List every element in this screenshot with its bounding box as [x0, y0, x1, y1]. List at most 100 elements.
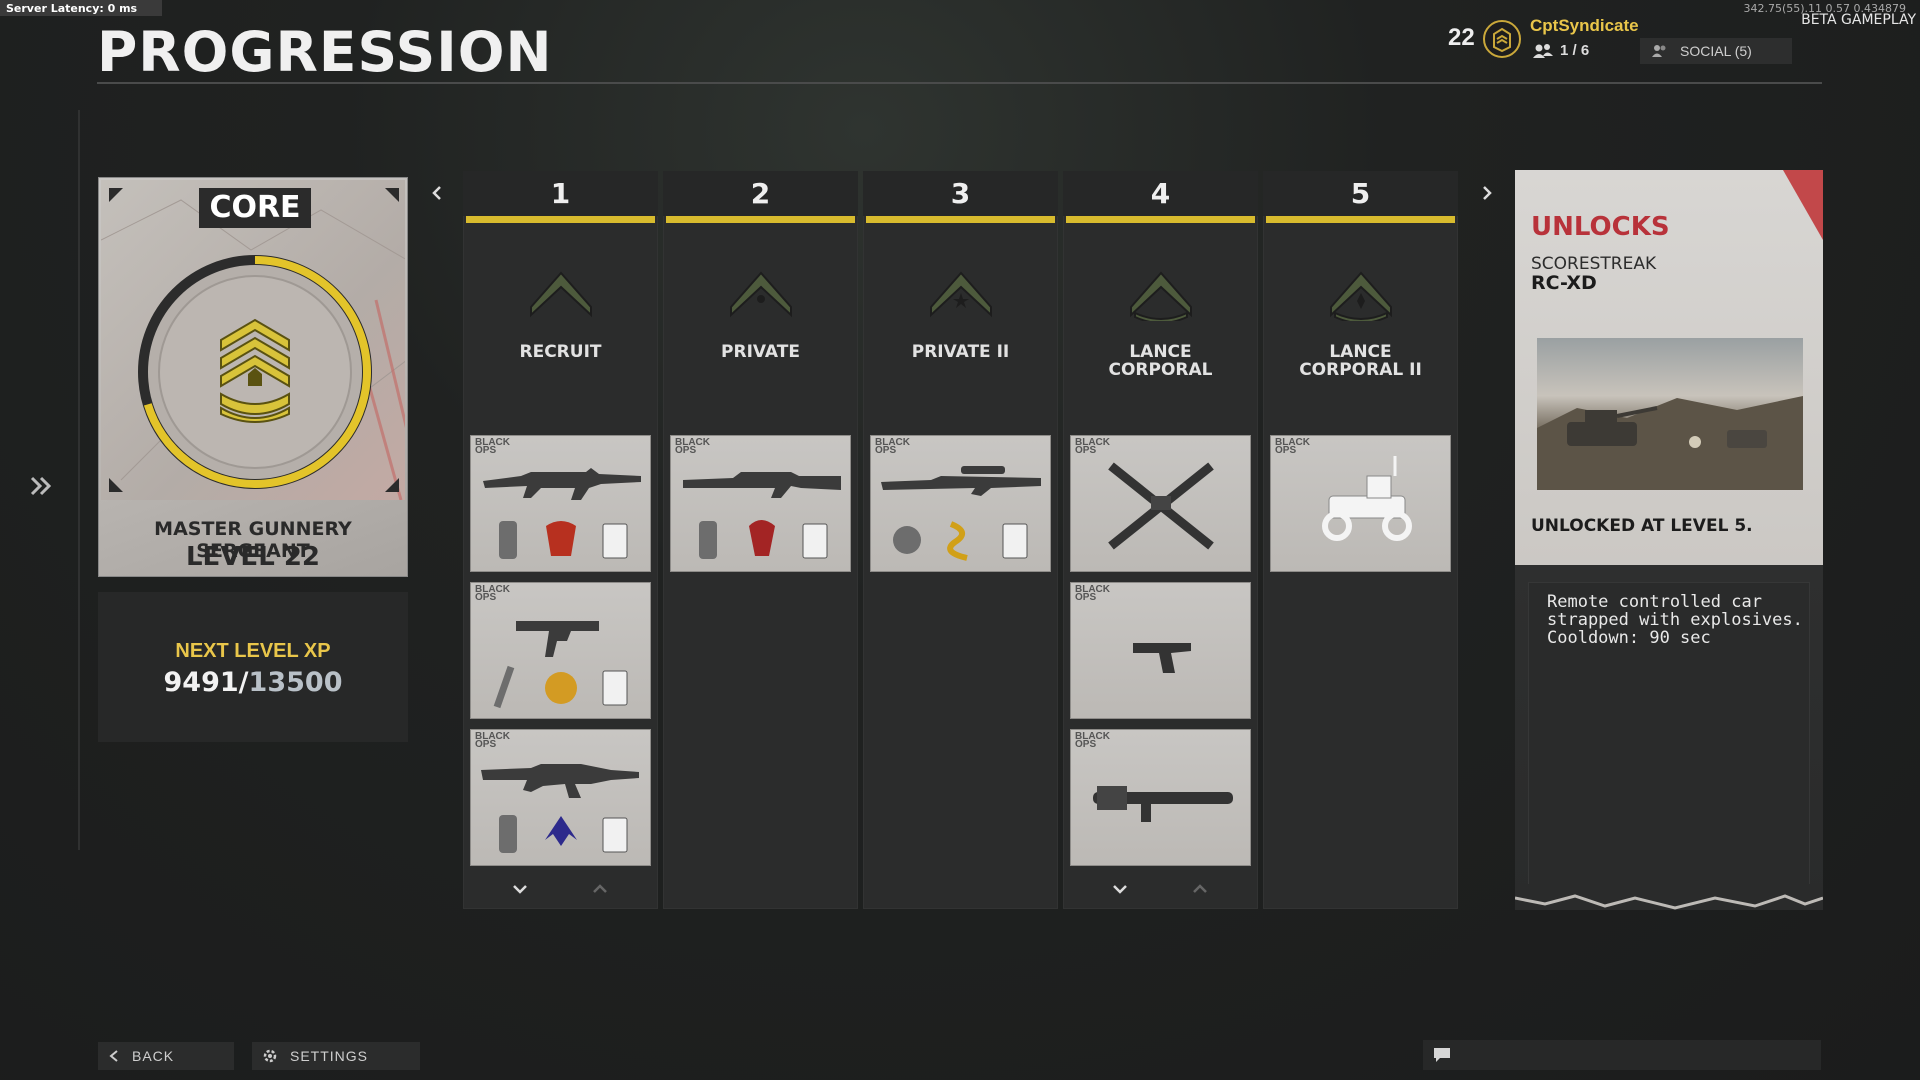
black-ops-brand: BLACK OPS	[1075, 438, 1110, 456]
sniper-rifle-icon	[881, 466, 1041, 561]
smg-icon	[493, 621, 628, 709]
player-level: 22	[1448, 24, 1475, 51]
unlock-item-create-a-class[interactable]: BLACK OPS	[1070, 435, 1251, 572]
brand-line2: OPS	[1075, 739, 1097, 750]
party-count: 1 / 6	[1532, 42, 1589, 59]
black-ops-brand: BLACK OPS	[675, 438, 710, 456]
rank-name: LANCE CORPORAL II	[1263, 343, 1458, 379]
next-level-xp-panel: NEXT LEVEL XP 9491/13500	[98, 592, 408, 742]
master-gunnery-sergeant-icon	[220, 318, 290, 423]
chat-icon[interactable]	[1432, 1046, 1452, 1064]
core-rank-artwork: CORE	[101, 180, 405, 500]
previous-arrow-icon[interactable]	[427, 183, 447, 203]
crossed-rifles-icon	[1108, 462, 1214, 550]
core-rank-card: CORE MASTER GUNNERY SERGEANT LEVEL 22	[98, 177, 408, 577]
level-column-3[interactable]: 3 PRIVATE II BLACK OPS	[863, 171, 1058, 909]
beta-gameplay-label: BETA GAMEPLAY	[1801, 12, 1916, 28]
private-chevron-icon	[730, 271, 792, 318]
rank-name-line1: LANCE	[1129, 342, 1192, 362]
brand-line2: OPS	[475, 445, 497, 456]
recruit-chevron-icon	[530, 271, 592, 318]
unlocks-corner-flag	[1783, 170, 1823, 240]
unlock-preview-image	[1537, 338, 1803, 490]
unlock-type: SCORESTREAK	[1531, 254, 1657, 274]
unlock-item-smg[interactable]: BLACK OPS	[470, 582, 651, 719]
black-ops-brand: BLACK OPS	[1075, 732, 1110, 750]
page-title: PROGRESSION	[97, 20, 553, 84]
pistol-icon	[1133, 643, 1191, 673]
rank-box: PRIVATE	[663, 223, 858, 423]
level-progress-bar	[466, 216, 655, 223]
unlock-description-card: Remote controlled car strapped with expl…	[1515, 565, 1823, 910]
rank-name: PRIVATE II	[863, 343, 1058, 361]
unlock-item-lmg[interactable]: BLACK OPS	[470, 729, 651, 866]
unlock-description: Remote controlled car strapped with expl…	[1547, 592, 1803, 648]
private-ii-chevron-icon	[930, 271, 992, 318]
black-ops-brand: BLACK OPS	[1075, 585, 1110, 603]
unlock-item-assault-rifle[interactable]: BLACK OPS	[470, 435, 651, 572]
level-column-4[interactable]: 4 LANCE CORPORAL BLACK OPS BLACK OPS BLA…	[1063, 171, 1258, 909]
unlock-item-rc-xd[interactable]: BLACK OPS	[1270, 435, 1451, 572]
rank-name-line1: RECRUIT	[519, 342, 602, 362]
level-column-5[interactable]: 5 LANCE CORPORAL II BLACK OPS	[1263, 171, 1458, 909]
next-level-xp-value: 9491/13500	[98, 667, 408, 698]
rank-emblem-icon[interactable]	[1483, 20, 1521, 58]
brand-line2: OPS	[1275, 445, 1297, 456]
rank-box: LANCE CORPORAL	[1063, 223, 1258, 423]
level-columns: 1 RECRUIT BLACK OPS BLACK OPS BLACK OPS …	[463, 171, 1458, 909]
social-button[interactable]: SOCIAL (5)	[1640, 38, 1792, 64]
unlock-item-pistol[interactable]: BLACK OPS	[1070, 582, 1251, 719]
back-button[interactable]: BACK	[98, 1042, 234, 1070]
rank-box: RECRUIT	[463, 223, 658, 423]
scroll-up-icon[interactable]	[591, 883, 609, 895]
player-name[interactable]: CptSyndicate	[1530, 16, 1639, 36]
xp-separator: /	[238, 667, 249, 698]
rank-name-line1: LANCE	[1329, 342, 1392, 362]
rank-name-line1: PRIVATE	[721, 342, 800, 362]
rank-name: PRIVATE	[663, 343, 858, 361]
rank-box: PRIVATE II	[863, 223, 1058, 423]
party-icon	[1533, 43, 1553, 58]
core-label: CORE	[199, 188, 311, 228]
unlocked-at-level: UNLOCKED AT LEVEL 5.	[1531, 516, 1753, 536]
brand-line2: OPS	[475, 739, 497, 750]
scroll-down-icon[interactable]	[1111, 883, 1129, 895]
scroll-down-icon[interactable]	[511, 883, 529, 895]
scroll-up-icon[interactable]	[1191, 883, 1209, 895]
lmg-icon	[481, 764, 639, 853]
level-progress-bar	[1266, 216, 1455, 223]
unlock-name: RC-XD	[1531, 272, 1597, 294]
unlock-item-sniper-rifle[interactable]: BLACK OPS	[870, 435, 1051, 572]
level-number: 4	[1063, 171, 1258, 216]
level-number: 3	[863, 171, 1058, 216]
level-column-1[interactable]: 1 RECRUIT BLACK OPS BLACK OPS BLACK OPS	[463, 171, 658, 909]
lance-corporal-chevron-icon	[1130, 271, 1192, 321]
level-number: 1	[463, 171, 658, 216]
chat-input-bar[interactable]	[1423, 1040, 1821, 1070]
unlock-item-launcher[interactable]: BLACK OPS	[1070, 729, 1251, 866]
next-arrow-icon[interactable]	[1477, 183, 1497, 203]
xp-max: 13500	[248, 667, 343, 698]
expand-menu-icon[interactable]	[28, 472, 56, 500]
brand-line2: OPS	[1075, 445, 1097, 456]
level-number: 2	[663, 171, 858, 216]
level-progress-bar	[666, 216, 855, 223]
rank-name: LANCE CORPORAL	[1063, 343, 1258, 379]
core-level: LEVEL 22	[185, 542, 320, 572]
assault-rifle-icon	[483, 468, 641, 559]
rank-box: LANCE CORPORAL II	[1263, 223, 1458, 423]
gear-icon	[263, 1049, 277, 1063]
level-progress-bar	[866, 216, 1055, 223]
level-column-2[interactable]: 2 PRIVATE BLACK OPS	[663, 171, 858, 909]
torn-edge-decoration	[1515, 884, 1823, 910]
rocket-launcher-icon	[1093, 786, 1233, 822]
settings-button[interactable]: SETTINGS	[252, 1042, 420, 1070]
back-chevron-icon	[109, 1050, 118, 1062]
rank-name-line2: CORPORAL	[1108, 360, 1213, 380]
social-label: SOCIAL (5)	[1680, 43, 1752, 59]
black-ops-brand: BLACK OPS	[875, 438, 910, 456]
rifle-icon	[683, 472, 841, 559]
settings-label: SETTINGS	[290, 1048, 369, 1064]
unlock-item-rifle[interactable]: BLACK OPS	[670, 435, 851, 572]
brand-line2: OPS	[675, 445, 697, 456]
